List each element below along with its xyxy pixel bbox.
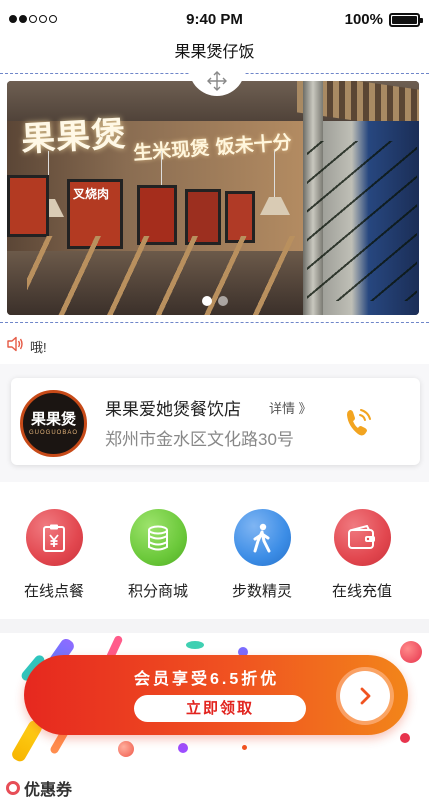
menu-item-points-mall[interactable]: 积分商城 bbox=[108, 509, 208, 601]
banner-image[interactable]: 果果煲 生米现煲 饭未十分 叉烧肉 bbox=[7, 81, 419, 315]
quick-menu: 在线点餐 积分商城 步数精灵 在线充值 bbox=[0, 495, 429, 619]
section-divider bbox=[0, 619, 429, 633]
coupon-label: 优惠券 bbox=[24, 782, 73, 799]
promo-title: 会员享受6.5折优 bbox=[134, 671, 280, 688]
store-address: 郑州市金水区文化路30号 bbox=[105, 430, 294, 449]
walking-person-icon bbox=[233, 509, 291, 566]
member-promo-banner[interactable]: 会员享受6.5折优 立即领取 bbox=[24, 655, 408, 735]
menu-label: 步数精灵 bbox=[231, 583, 292, 600]
store-logo-text: 果果煲 bbox=[30, 409, 76, 428]
app-screen: 9:40 PM 100% 果果煲仔饭 果果煲 生米现煲 饭未十分 叉烧肉 哦! … bbox=[0, 0, 429, 806]
store-logo-subtext: GUOGUOBAO bbox=[28, 429, 78, 436]
battery-percentage: 100% bbox=[344, 11, 383, 28]
status-bar: 9:40 PM 100% bbox=[0, 0, 429, 38]
menu-item-step-sprite[interactable]: 步数精灵 bbox=[212, 509, 312, 601]
battery-icon bbox=[389, 13, 423, 27]
ring-icon bbox=[6, 781, 20, 795]
menu-item-order-online[interactable]: 在线点餐 bbox=[4, 509, 104, 601]
page-title: 果果煲仔饭 bbox=[174, 44, 255, 61]
store-name: 果果爱她煲餐饮店 bbox=[105, 400, 241, 419]
wallet-icon bbox=[333, 509, 391, 566]
member-promo-section: 会员享受6.5折优 立即领取 bbox=[0, 633, 429, 763]
menu-label: 在线点餐 bbox=[23, 583, 84, 600]
store-detail-link[interactable]: 详情 》 bbox=[269, 398, 312, 417]
pagination-dot[interactable] bbox=[217, 296, 228, 306]
claim-now-button[interactable]: 立即领取 bbox=[134, 695, 306, 722]
menu-item-online-recharge[interactable]: 在线充值 bbox=[312, 509, 412, 601]
banner-pagination[interactable] bbox=[0, 296, 429, 306]
banner-sign-text: 果果煲 bbox=[20, 114, 128, 160]
phone-icon[interactable] bbox=[341, 404, 377, 440]
notice-bar[interactable]: 哦! bbox=[6, 333, 47, 359]
notice-text: 哦! bbox=[30, 339, 47, 355]
store-logo: 果果煲 GUOGUOBAO bbox=[20, 390, 87, 457]
menu-label: 积分商城 bbox=[127, 583, 188, 600]
coupon-section-title: 优惠券 bbox=[6, 776, 72, 800]
speaker-icon bbox=[6, 336, 24, 357]
poster-text: 叉烧肉 bbox=[73, 187, 110, 201]
store-card[interactable]: 果果煲 GUOGUOBAO 果果爱她煲餐饮店 详情 》 郑州市金水区文化路30号 bbox=[11, 378, 420, 465]
coin-stack-icon bbox=[129, 509, 187, 566]
chevron-right-icon[interactable] bbox=[340, 671, 390, 721]
clipboard-yuan-icon bbox=[25, 509, 83, 566]
pagination-dot[interactable] bbox=[201, 296, 212, 306]
menu-poster bbox=[7, 175, 49, 237]
menu-label: 在线充值 bbox=[331, 583, 392, 600]
